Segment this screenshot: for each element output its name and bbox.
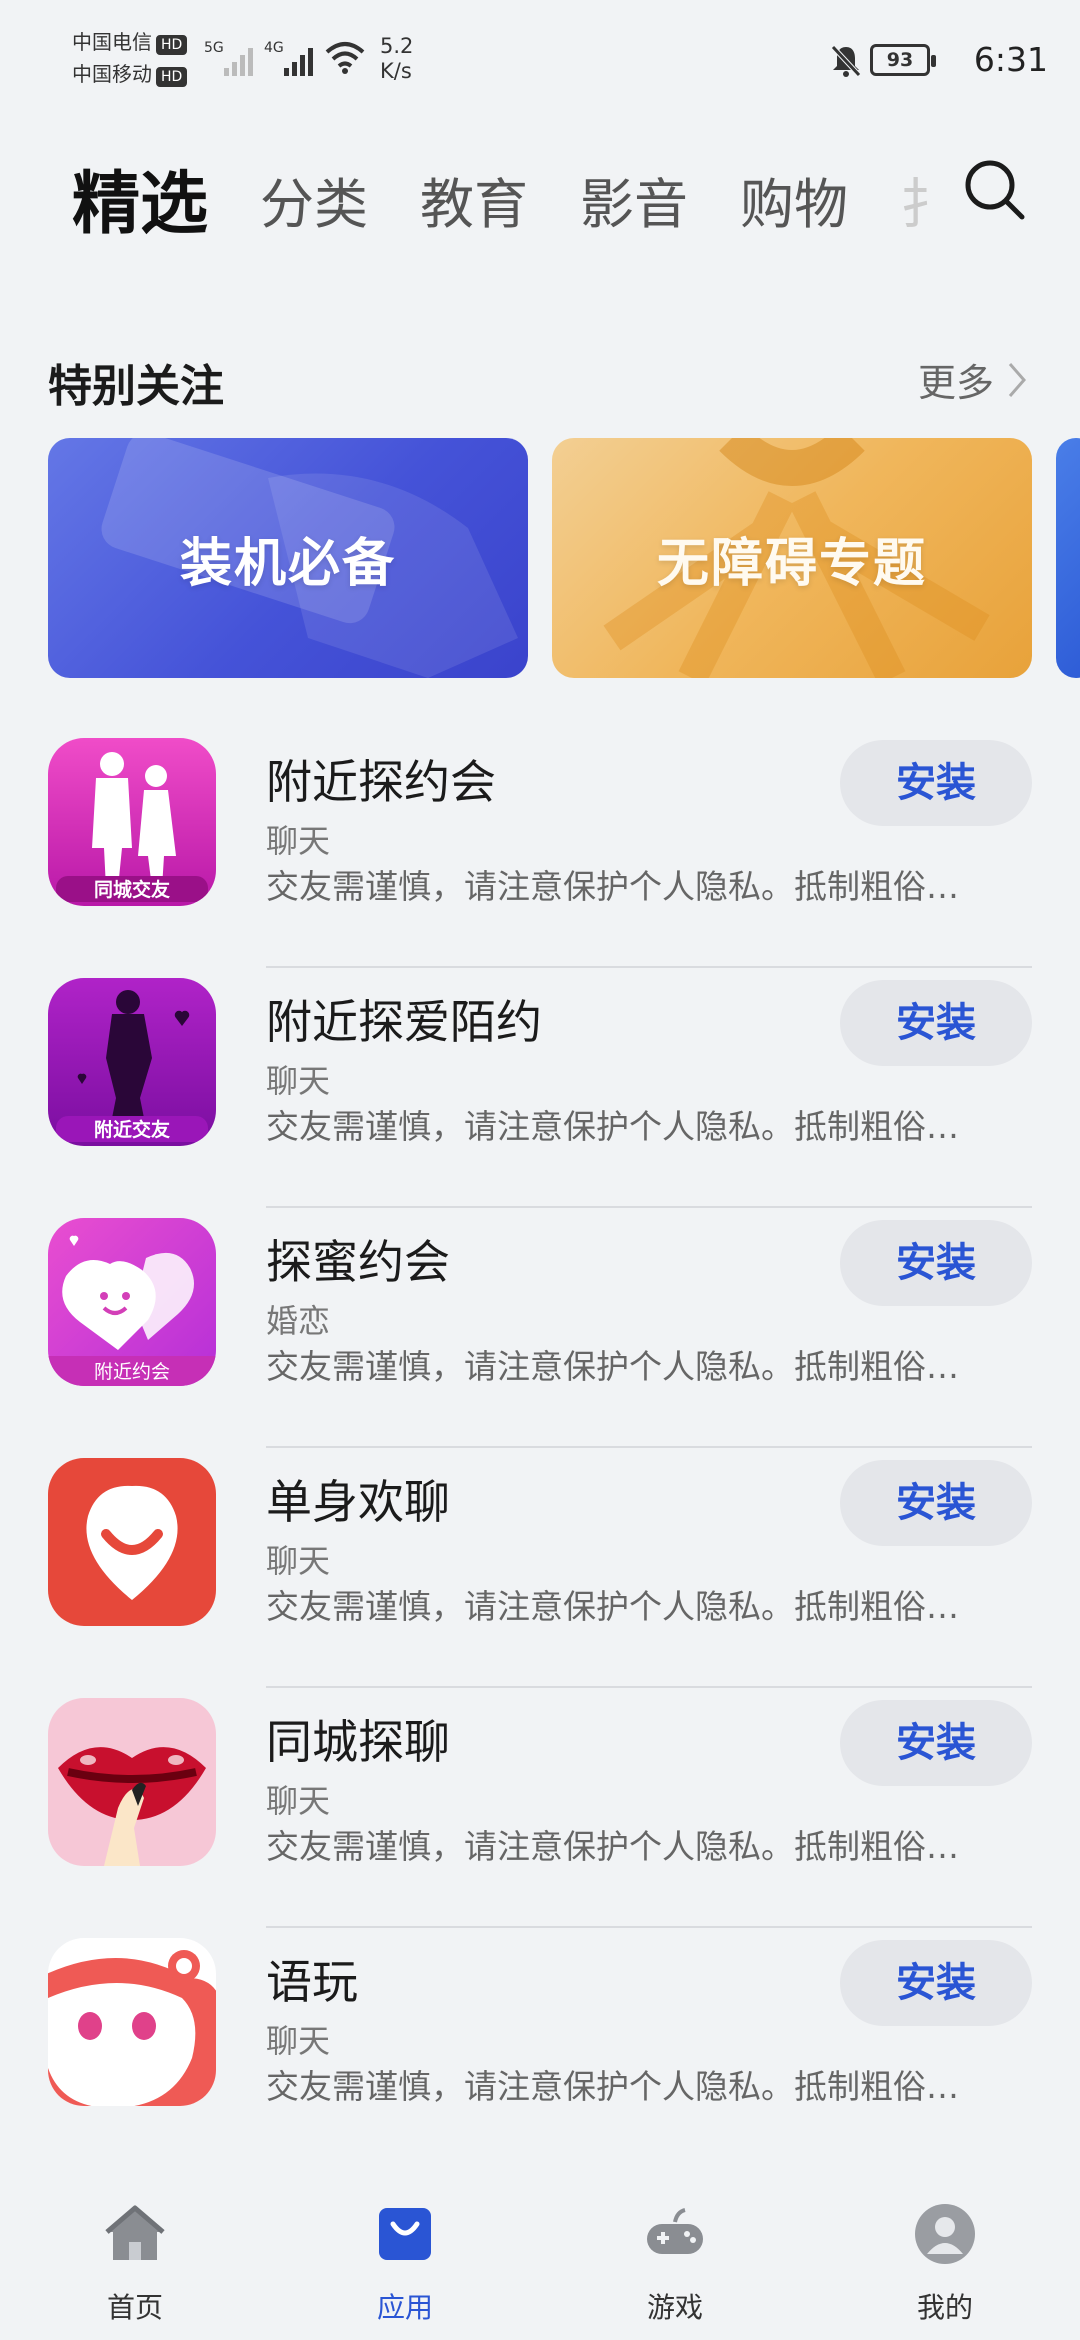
app-category: 聊天 xyxy=(266,2022,331,2060)
tab-shopping[interactable]: 购物 xyxy=(740,170,848,240)
more-label: 更多 xyxy=(917,361,994,405)
app-description: 交友需谨慎，请注意保护个人隐私。抵制粗俗… xyxy=(266,867,959,906)
hd-badge: HD xyxy=(156,67,188,87)
install-button[interactable]: 安装 xyxy=(840,740,1032,826)
bottom-navigation: 首页 应用 游戏 我的 xyxy=(0,2180,1080,2340)
signal-4g-icon: 4G xyxy=(264,40,313,76)
nav-profile[interactable]: 我的 xyxy=(810,2180,1080,2340)
battery-indicator: 93 xyxy=(870,44,936,76)
list-item[interactable]: 同城探聊 聊天 交友需谨慎，请注意保护个人隐私。抵制粗俗… 安装 xyxy=(0,1688,1080,1928)
carrier-1-name: 中国电信 xyxy=(72,30,152,54)
hearts-icon: 附近约会 xyxy=(48,1218,216,1386)
carrier-2: 中国移动 HD xyxy=(72,60,188,88)
lips-icon xyxy=(48,1698,216,1866)
app-name: 语玩 xyxy=(266,1955,358,2009)
banner-next-partial[interactable] xyxy=(1056,438,1080,678)
app-description: 交友需谨慎，请注意保护个人隐私。抵制粗俗… xyxy=(266,1347,959,1386)
app-category: 聊天 xyxy=(266,1782,331,1820)
app-category: 婚恋 xyxy=(266,1302,331,1340)
apps-bag-icon xyxy=(379,2208,431,2260)
tab-next-partial[interactable]: 扌 xyxy=(900,170,928,240)
nav-profile-label: 我的 xyxy=(916,2291,973,2324)
signal-4g-label: 4G xyxy=(264,40,284,56)
app-description: 交友需谨慎，请注意保护个人隐私。抵制粗俗… xyxy=(266,2067,959,2106)
featured-banners: 装机必备 无障碍专题 xyxy=(48,438,1080,678)
section-title: 特别关注 xyxy=(48,361,224,412)
app-list: 同城交友 附近探约会 聊天 交友需谨慎，请注意保护个人隐私。抵制粗俗… 安装 附… xyxy=(0,728,1080,2168)
nav-home-label: 首页 xyxy=(106,2291,163,2324)
signal-5g-label: 5G xyxy=(204,40,224,56)
app-category: 聊天 xyxy=(266,822,331,860)
wifi-icon xyxy=(325,42,365,74)
profile-icon xyxy=(915,2204,975,2264)
nav-home[interactable]: 首页 xyxy=(0,2180,270,2340)
nav-games-label: 游戏 xyxy=(646,2291,703,2324)
install-button[interactable]: 安装 xyxy=(840,1460,1032,1546)
banner-essentials-label: 装机必备 xyxy=(179,533,396,594)
nav-apps[interactable]: 应用 xyxy=(270,2180,540,2340)
clock: 6:31 xyxy=(973,40,1048,79)
icon-badge-label: 同城交友 xyxy=(94,878,170,901)
app-description: 交友需谨慎，请注意保护个人隐私。抵制粗俗… xyxy=(266,1587,959,1626)
list-item[interactable]: 单身欢聊 聊天 交友需谨慎，请注意保护个人隐私。抵制粗俗… 安装 xyxy=(0,1448,1080,1688)
nav-apps-label: 应用 xyxy=(376,2291,433,2324)
list-item[interactable]: 附近交友 附近探爱陌约 聊天 交友需谨慎，请注意保护个人隐私。抵制粗俗… 安装 xyxy=(0,968,1080,1208)
more-link[interactable]: 更多 xyxy=(918,352,1028,407)
gamepad-icon xyxy=(647,2208,703,2254)
cartoon-face-icon xyxy=(48,1938,216,2106)
tab-education[interactable]: 教育 xyxy=(420,170,528,240)
list-item[interactable]: 同城交友 附近探约会 聊天 交友需谨慎，请注意保护个人隐私。抵制粗俗… 安装 xyxy=(0,728,1080,968)
hd-badge: HD xyxy=(156,35,188,55)
carrier-2-name: 中国移动 xyxy=(72,62,152,86)
app-name: 同城探聊 xyxy=(266,1715,450,1769)
tab-featured[interactable]: 精选 xyxy=(72,170,208,240)
list-item[interactable]: 语玩 聊天 交友需谨慎，请注意保护个人隐私。抵制粗俗… 安装 xyxy=(0,1928,1080,2168)
install-button[interactable]: 安装 xyxy=(840,980,1032,1066)
install-button[interactable]: 安装 xyxy=(840,1700,1032,1786)
app-category: 聊天 xyxy=(266,1542,331,1580)
couple-silhouette-icon: 同城交友 xyxy=(48,738,216,906)
app-description: 交友需谨慎，请注意保护个人隐私。抵制粗俗… xyxy=(266,1107,959,1146)
chevron-right-icon xyxy=(1008,362,1026,397)
network-speed-unit: K/s xyxy=(380,59,412,83)
tab-media[interactable]: 影音 xyxy=(580,170,688,240)
banner-accessibility-label: 无障碍专题 xyxy=(656,533,927,594)
app-name: 单身欢聊 xyxy=(266,1475,450,1529)
app-name: 附近探爱陌约 xyxy=(266,995,542,1049)
carrier-1: 中国电信 HD xyxy=(72,28,188,56)
list-item[interactable]: 附近约会 探蜜约会 婚恋 交友需谨慎，请注意保护个人隐私。抵制粗俗… 安装 xyxy=(0,1208,1080,1448)
install-button[interactable]: 安装 xyxy=(840,1940,1032,2026)
icon-badge-label: 附近交友 xyxy=(94,1118,170,1141)
mute-bell-icon xyxy=(831,45,861,77)
install-button[interactable]: 安装 xyxy=(840,1220,1032,1306)
search-icon[interactable] xyxy=(960,155,1030,225)
network-speed: 5.2 K/s xyxy=(380,34,413,84)
tab-categories[interactable]: 分类 xyxy=(260,170,368,240)
smile-heart-icon xyxy=(48,1458,216,1626)
app-name: 探蜜约会 xyxy=(266,1235,450,1289)
banner-accessibility[interactable]: 无障碍专题 xyxy=(552,438,1032,678)
signal-5g-icon: 5G xyxy=(204,40,253,76)
banner-essentials[interactable]: 装机必备 xyxy=(48,438,528,678)
woman-silhouette-icon: 附近交友 xyxy=(48,978,216,1146)
app-description: 交友需谨慎，请注意保护个人隐私。抵制粗俗… xyxy=(266,1827,959,1866)
status-bar: 中国电信 HD 中国移动 HD 5G 4G 5.2 K/s 93 6:31 xyxy=(0,0,1080,120)
category-tabs: 精选 分类 教育 影音 购物 扌 xyxy=(72,150,928,240)
network-speed-value: 5.2 xyxy=(380,34,414,58)
nav-games[interactable]: 游戏 xyxy=(540,2180,810,2340)
app-category: 聊天 xyxy=(266,1062,331,1100)
home-icon xyxy=(105,2205,165,2260)
icon-badge-label: 附近约会 xyxy=(94,1361,170,1383)
app-name: 附近探约会 xyxy=(266,755,496,809)
